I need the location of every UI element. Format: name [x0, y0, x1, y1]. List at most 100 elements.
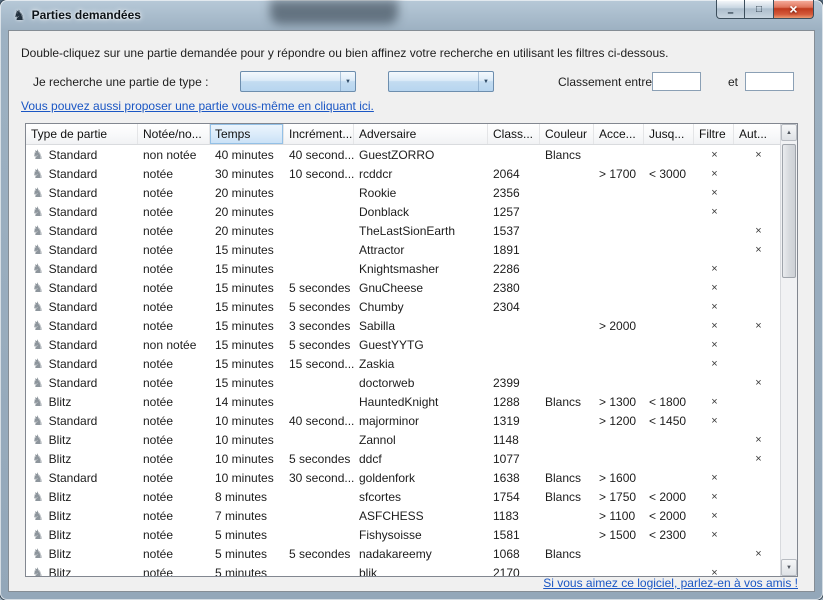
accept-max-cell: < 1800	[644, 395, 694, 409]
game-row[interactable]: ♞ Standard notée 30 minutes 10 second...…	[26, 164, 780, 183]
column-header[interactable]: Class...	[488, 124, 540, 144]
scroll-up-button[interactable]: ▲	[781, 124, 797, 141]
rating-cell: 1638	[488, 471, 540, 485]
rating-min-input[interactable]	[652, 72, 701, 91]
column-header[interactable]: Acce...	[594, 124, 644, 144]
game-type-label: Standard	[49, 205, 98, 219]
game-row[interactable]: ♞ Standard notée 10 minutes 40 second...…	[26, 411, 780, 430]
rated-cell: notée	[138, 376, 210, 390]
filter-mark-cell: ×	[694, 415, 734, 427]
rated-cell: notée	[138, 205, 210, 219]
knight-icon: ♞	[32, 471, 44, 484]
column-header[interactable]: Filtre	[694, 124, 734, 144]
column-header[interactable]: Jusq...	[644, 124, 694, 144]
column-header[interactable]: Couleur	[540, 124, 594, 144]
column-header[interactable]: Type de partie	[26, 124, 138, 144]
game-row[interactable]: ♞ Standard notée 10 minutes 30 second...…	[26, 468, 780, 487]
minimize-icon: –	[727, 7, 733, 19]
window-title: Parties demandées	[32, 8, 141, 22]
rating-cell: 1257	[488, 205, 540, 219]
time-cell: 5 minutes	[210, 566, 284, 577]
game-row[interactable]: ♞ Standard notée 15 minutes Knightsmashe…	[26, 259, 780, 278]
auto-mark-cell: ×	[734, 225, 780, 237]
game-type-cell: ♞ Standard	[26, 281, 138, 295]
game-type-label: Blitz	[49, 433, 72, 447]
column-header[interactable]: Aut...	[734, 124, 782, 144]
time-cell: 15 minutes	[210, 262, 284, 276]
accept-min-cell: > 1100	[594, 509, 644, 523]
game-type-cell: ♞ Blitz	[26, 433, 138, 447]
opponent-cell: GnuCheese	[354, 281, 488, 295]
accept-max-cell: < 2300	[644, 528, 694, 542]
game-type-cell: ♞ Standard	[26, 148, 138, 162]
scroll-down-button[interactable]: ▼	[781, 559, 797, 576]
time-cell: 5 minutes	[210, 528, 284, 542]
scroll-up-icon: ▲	[786, 130, 792, 136]
game-row[interactable]: ♞ Standard non notée 40 minutes 40 secon…	[26, 145, 780, 164]
game-subtype-dropdown[interactable]: ▼	[388, 71, 494, 92]
accept-min-cell: > 1700	[594, 167, 644, 181]
auto-mark-cell: ×	[734, 548, 780, 560]
game-row[interactable]: ♞ Standard notée 20 minutes TheLastSionE…	[26, 221, 780, 240]
game-type-label: Blitz	[49, 452, 72, 466]
game-row[interactable]: ♞ Standard notée 15 minutes 5 secondes C…	[26, 297, 780, 316]
close-button[interactable]: ×	[773, 0, 814, 19]
rating-cell: 2356	[488, 186, 540, 200]
game-row[interactable]: ♞ Blitz notée 5 minutes blik 2170 ×	[26, 563, 780, 576]
game-row[interactable]: ♞ Standard notée 15 minutes 15 second...…	[26, 354, 780, 373]
vertical-scrollbar[interactable]: ▲ ▼	[780, 124, 797, 576]
column-header[interactable]: Incrément...	[284, 124, 354, 144]
opponent-cell: goldenfork	[354, 471, 488, 485]
game-row[interactable]: ♞ Blitz notée 5 minutes Fishysoisse 1581…	[26, 525, 780, 544]
game-type-dropdown[interactable]: ▼	[240, 71, 356, 92]
time-cell: 7 minutes	[210, 509, 284, 523]
increment-cell: 10 second...	[284, 167, 354, 181]
opponent-cell: ASFCHESS	[354, 509, 488, 523]
game-row[interactable]: ♞ Blitz notée 10 minutes 5 secondes ddcf…	[26, 449, 780, 468]
game-row[interactable]: ♞ Standard notée 15 minutes 5 secondes G…	[26, 278, 780, 297]
game-row[interactable]: ♞ Standard non notée 15 minutes 5 second…	[26, 335, 780, 354]
game-row[interactable]: ♞ Blitz notée 7 minutes ASFCHESS 1183 > …	[26, 506, 780, 525]
game-type-label: Blitz	[49, 490, 72, 504]
games-table: Type de partieNotée/no...TempsIncrément.…	[25, 123, 798, 577]
game-type-cell: ♞ Standard	[26, 414, 138, 428]
opponent-cell: Zannol	[354, 433, 488, 447]
propose-game-link[interactable]: Vous pouvez aussi proposer une partie vo…	[21, 99, 374, 113]
accept-min-cell: > 1300	[594, 395, 644, 409]
game-row[interactable]: ♞ Blitz notée 8 minutes sfcortes 1754 Bl…	[26, 487, 780, 506]
share-link[interactable]: Si vous aimez ce logiciel, parlez-en à v…	[543, 577, 798, 591]
game-type-cell: ♞ Standard	[26, 319, 138, 333]
maximize-button[interactable]: □	[745, 0, 773, 19]
rated-cell: notée	[138, 319, 210, 333]
game-type-label: Blitz	[49, 528, 72, 542]
game-row[interactable]: ♞ Standard notée 15 minutes doctorweb 23…	[26, 373, 780, 392]
rated-cell: notée	[138, 509, 210, 523]
rating-cell: 2170	[488, 566, 540, 577]
game-row[interactable]: ♞ Blitz notée 10 minutes Zannol 1148 ×	[26, 430, 780, 449]
column-header[interactable]: Adversaire	[354, 124, 488, 144]
scrollbar-thumb[interactable]	[782, 144, 796, 278]
color-cell: Blancs	[540, 395, 594, 409]
game-row[interactable]: ♞ Standard notée 20 minutes Rookie 2356 …	[26, 183, 780, 202]
titlebar[interactable]: ♞ Parties demandées – □ ×	[0, 0, 823, 30]
game-type-label: Standard	[49, 262, 98, 276]
game-row[interactable]: ♞ Blitz notée 14 minutes HauntedKnight 1…	[26, 392, 780, 411]
game-row[interactable]: ♞ Standard notée 15 minutes 3 secondes S…	[26, 316, 780, 335]
rating-max-input[interactable]	[745, 72, 794, 91]
column-header[interactable]: Temps	[210, 124, 284, 144]
game-row[interactable]: ♞ Standard notée 15 minutes Attractor 18…	[26, 240, 780, 259]
filter-mark-cell: ×	[694, 149, 734, 161]
game-type-cell: ♞ Standard	[26, 224, 138, 238]
knight-icon: ♞	[32, 547, 44, 560]
game-type-cell: ♞ Standard	[26, 167, 138, 181]
opponent-cell: Sabilla	[354, 319, 488, 333]
accept-min-cell: > 1500	[594, 528, 644, 542]
column-header[interactable]: Notée/no...	[138, 124, 210, 144]
game-row[interactable]: ♞ Blitz notée 5 minutes 5 secondes nadak…	[26, 544, 780, 563]
game-row[interactable]: ♞ Standard notée 20 minutes Donblack 125…	[26, 202, 780, 221]
rated-cell: notée	[138, 243, 210, 257]
knight-icon: ♞	[32, 148, 44, 161]
minimize-button[interactable]: –	[716, 0, 745, 19]
rating-cell: 2286	[488, 262, 540, 276]
increment-cell: 5 secondes	[284, 300, 354, 314]
